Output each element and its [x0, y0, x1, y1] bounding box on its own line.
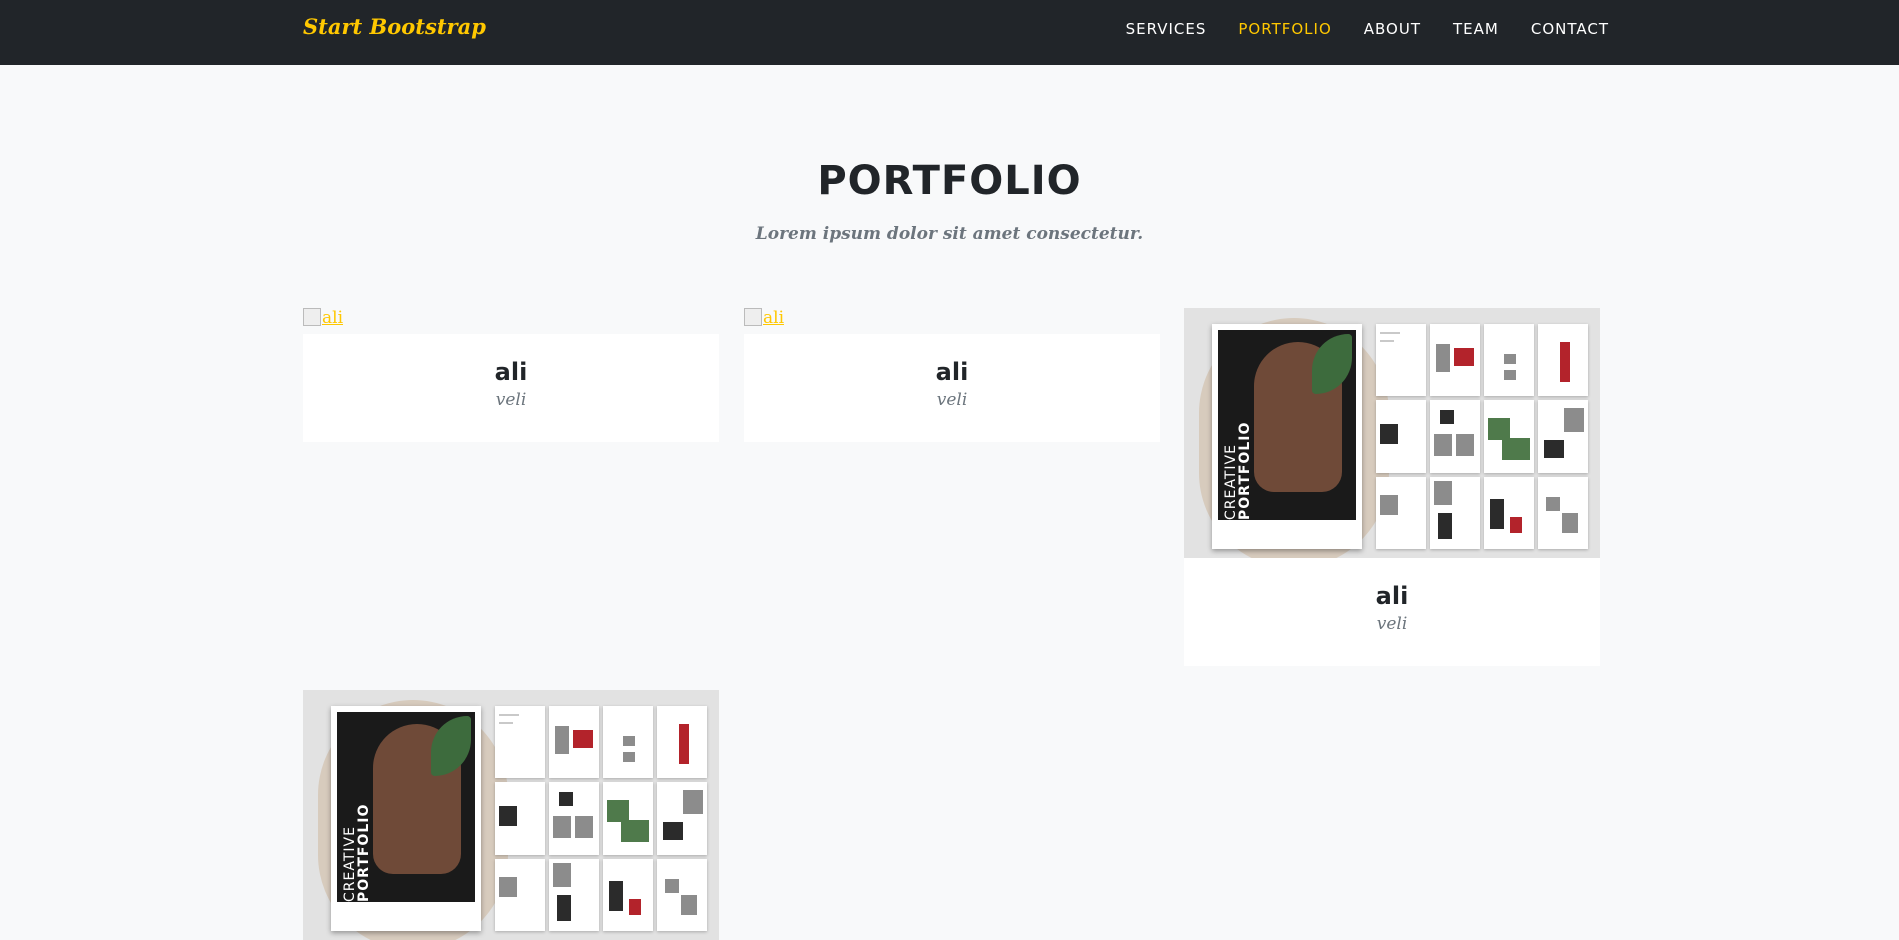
mockup-page: [1376, 324, 1426, 397]
image-alt-text: ali: [322, 308, 344, 328]
mockup-page: [549, 706, 599, 779]
nav-link-services[interactable]: SERVICES: [1126, 20, 1207, 38]
nav-links: SERVICES PORTFOLIO ABOUT TEAM CONTACT: [1094, 0, 1609, 57]
navbar: Start Bootstrap SERVICES PORTFOLIO ABOUT…: [0, 0, 1899, 65]
mockup-page: [657, 858, 707, 931]
mockup-page: [549, 782, 599, 855]
portfolio-caption: ali veli: [744, 334, 1160, 442]
mockup-cover: CREATIVE PORTFOLIO: [1212, 324, 1362, 549]
portfolio-image-link[interactable]: ali: [744, 308, 1160, 334]
mockup-page: [657, 706, 707, 779]
mockup-page: [1430, 324, 1480, 397]
mockup-page: [1538, 476, 1588, 549]
mockup-page: [603, 706, 653, 779]
leaf-decoration: [1312, 334, 1352, 394]
mockup-page: [1484, 476, 1534, 549]
mockup-page: [495, 858, 545, 931]
nav-link-team[interactable]: TEAM: [1453, 20, 1499, 38]
cover-photo: CREATIVE PORTFOLIO: [1218, 330, 1356, 520]
mockup-page: [1376, 476, 1426, 549]
mockup-page: [495, 706, 545, 779]
cover-photo: CREATIVE PORTFOLIO: [337, 712, 475, 902]
mockup-pages: [495, 706, 707, 931]
portfolio-caption-heading: ali: [494, 358, 528, 386]
portfolio-image-link[interactable]: CREATIVE PORTFOLIO: [1184, 308, 1600, 558]
nav-link-contact[interactable]: CONTACT: [1531, 20, 1609, 38]
nav-link-about[interactable]: ABOUT: [1364, 20, 1421, 38]
mockup-pages: [1376, 324, 1588, 549]
cover-title: CREATIVE PORTFOLIO: [1223, 390, 1254, 520]
cover-title-bottom: PORTFOLIO: [1237, 421, 1253, 520]
mockup-page: [1484, 324, 1534, 397]
mockup-page: [1484, 400, 1534, 473]
portfolio-caption-subheading: veli: [495, 390, 527, 410]
mockup-cover: CREATIVE PORTFOLIO: [331, 706, 481, 931]
mockup-page: [495, 782, 545, 855]
portfolio-caption-heading: ali: [1375, 582, 1409, 610]
portfolio-caption-subheading: veli: [936, 390, 968, 410]
portfolio-item-3: CREATIVE PORTFOLIO ali veli: [1184, 308, 1600, 666]
broken-image-icon: [303, 308, 321, 326]
mockup-page: [603, 858, 653, 931]
mockup-page: [549, 858, 599, 931]
mockup-page: [1538, 324, 1588, 397]
broken-image-icon: [744, 308, 762, 326]
nav-link-portfolio[interactable]: PORTFOLIO: [1238, 20, 1331, 38]
cover-title-bottom: PORTFOLIO: [356, 803, 372, 902]
portfolio-caption-subheading: veli: [1376, 614, 1408, 634]
portfolio-image-link[interactable]: ali: [303, 308, 719, 334]
image-alt-text: ali: [763, 308, 785, 328]
leaf-decoration: [431, 716, 471, 776]
mockup-page: [1430, 400, 1480, 473]
mockup-page: [1538, 400, 1588, 473]
portfolio-item-1: ali ali veli: [303, 308, 719, 442]
section-subheading: Lorem ipsum dolor sit amet consectetur.: [755, 224, 1144, 244]
mockup-page: [657, 782, 707, 855]
portfolio-caption: ali veli: [1184, 558, 1600, 666]
mockup-page: [1430, 476, 1480, 549]
portfolio-caption-heading: ali: [935, 358, 969, 386]
section-heading: PORTFOLIO: [817, 158, 1082, 204]
portfolio-item-2: ali ali veli: [744, 308, 1160, 442]
portfolio-item-4: CREATIVE PORTFOLIO: [303, 690, 719, 940]
mockup-page: [1376, 400, 1426, 473]
cover-title: CREATIVE PORTFOLIO: [342, 772, 373, 902]
mockup-page: [603, 782, 653, 855]
portfolio-image-link[interactable]: CREATIVE PORTFOLIO: [303, 690, 719, 940]
navbar-brand[interactable]: Start Bootstrap: [303, 14, 486, 39]
portfolio-caption: ali veli: [303, 334, 719, 442]
